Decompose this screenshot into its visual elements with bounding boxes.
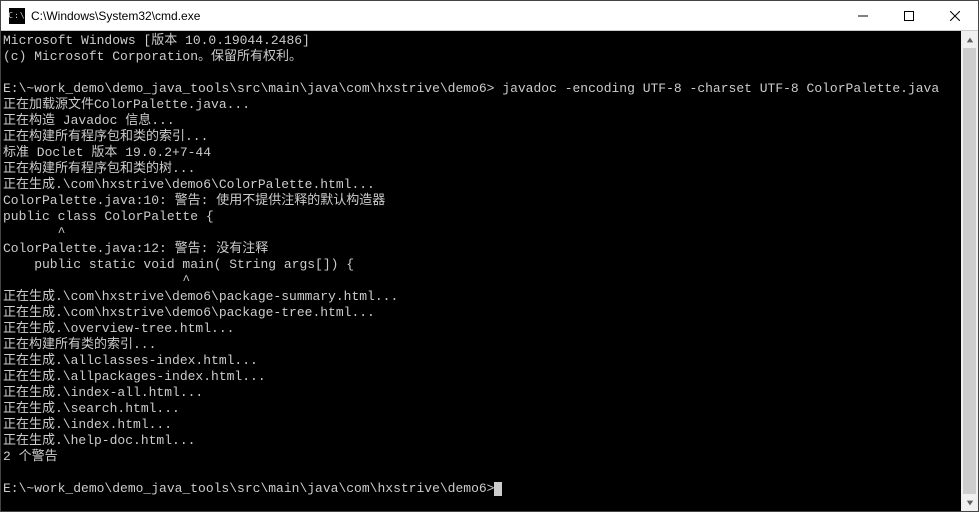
- terminal-output[interactable]: Microsoft Windows [版本 10.0.19044.2486] (…: [1, 31, 961, 511]
- scrollbar-track[interactable]: [961, 48, 978, 494]
- close-button[interactable]: [932, 1, 978, 30]
- scrollbar-up-arrow-icon[interactable]: [961, 31, 978, 48]
- maximize-button[interactable]: [886, 1, 932, 30]
- cursor: [494, 482, 502, 496]
- window-title: C:\Windows\System32\cmd.exe: [31, 9, 840, 23]
- scrollbar-down-arrow-icon[interactable]: [961, 494, 978, 511]
- cmd-window: C:\ C:\Windows\System32\cmd.exe Microsof…: [0, 0, 979, 512]
- titlebar[interactable]: C:\ C:\Windows\System32\cmd.exe: [1, 1, 978, 31]
- minimize-button[interactable]: [840, 1, 886, 30]
- vertical-scrollbar[interactable]: [961, 31, 978, 511]
- window-controls: [840, 1, 978, 30]
- scrollbar-thumb[interactable]: [963, 48, 976, 494]
- cmd-icon: C:\: [9, 8, 25, 24]
- terminal-wrap: Microsoft Windows [版本 10.0.19044.2486] (…: [1, 31, 978, 511]
